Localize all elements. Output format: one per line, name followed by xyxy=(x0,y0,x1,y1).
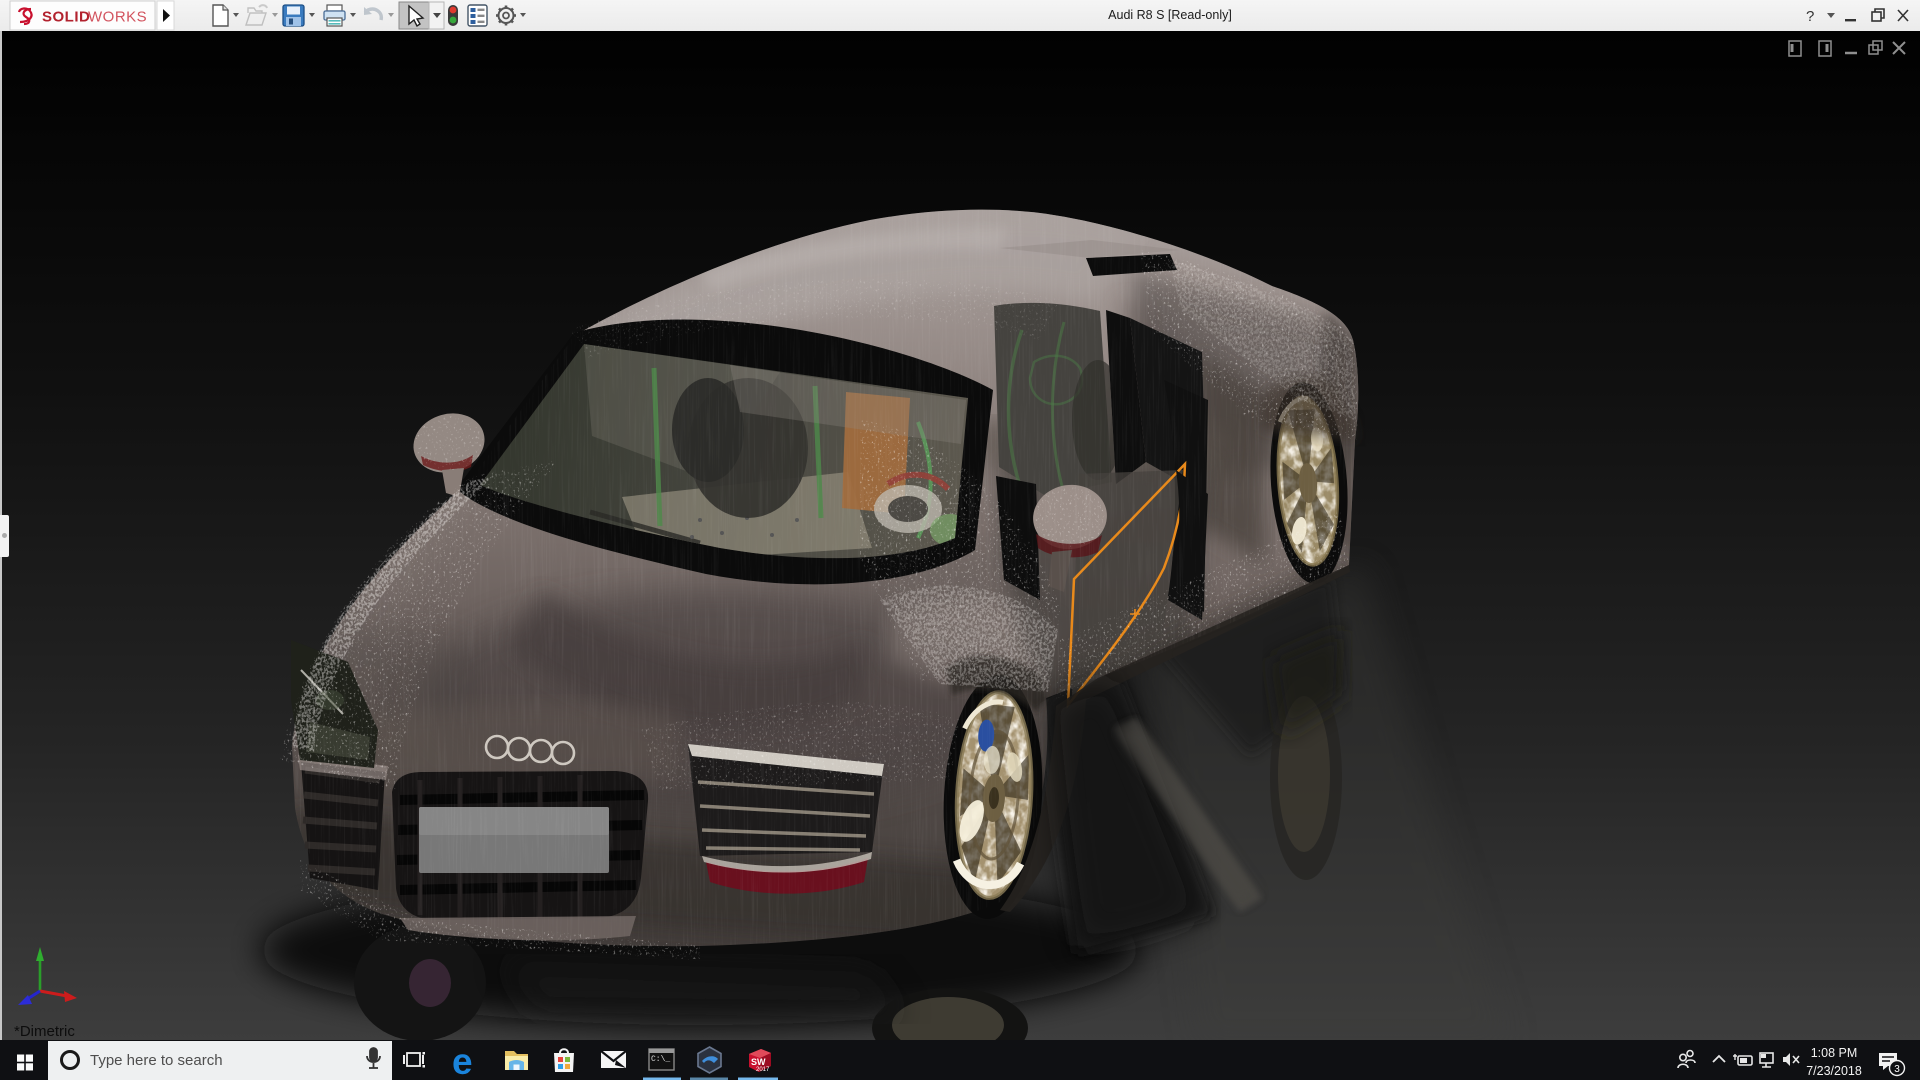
svg-text:WORKS: WORKS xyxy=(88,9,147,26)
svg-text:e: e xyxy=(452,1041,473,1080)
svg-text:7/23/2018: 7/23/2018 xyxy=(1806,1064,1862,1078)
svg-text:C:\_: C:\_ xyxy=(651,1055,670,1064)
svg-text:SW: SW xyxy=(751,1057,766,1067)
svg-text:2017: 2017 xyxy=(756,1067,770,1073)
svg-text:1:08 PM: 1:08 PM xyxy=(1811,1046,1858,1060)
svg-text:3: 3 xyxy=(1894,1064,1900,1075)
svg-text:SOLID: SOLID xyxy=(42,9,90,26)
svg-text:?: ? xyxy=(1806,8,1814,25)
